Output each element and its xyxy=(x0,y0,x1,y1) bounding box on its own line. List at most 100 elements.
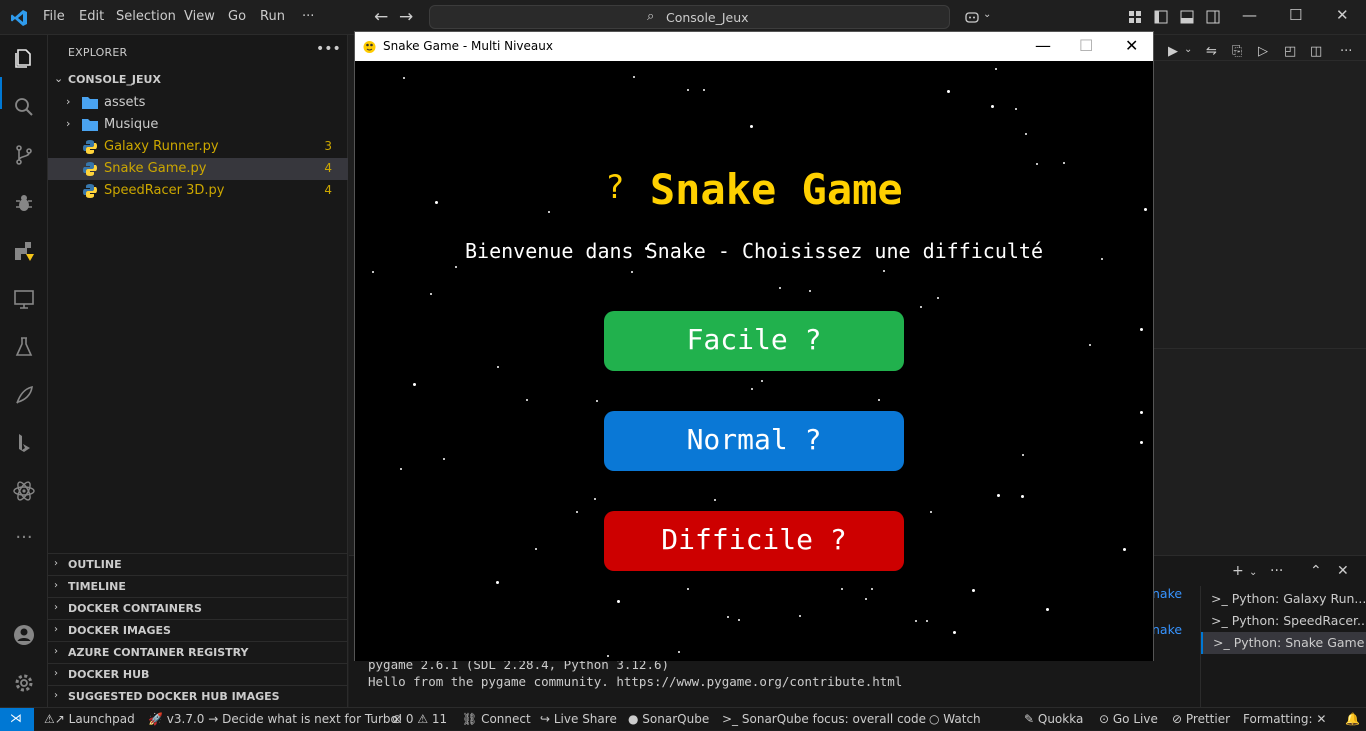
explorer-more-icon[interactable]: ••• xyxy=(316,41,341,57)
menu-edit[interactable]: Edit xyxy=(79,9,104,24)
toggle-secondary-sidebar-icon[interactable] xyxy=(1205,9,1221,25)
formatting-item[interactable]: Formatting: ✕ xyxy=(1243,712,1326,726)
normal-button[interactable]: Normal ? xyxy=(604,411,904,471)
section-docker-hub[interactable]: › DOCKER HUB xyxy=(48,663,348,685)
liveshare-label: Live Share xyxy=(553,712,617,726)
game-maximize-icon[interactable]: ☐ xyxy=(1079,36,1093,55)
star xyxy=(878,399,880,401)
game-canvas[interactable]: ? Snake Game Bienvenue dans Snake - Choi… xyxy=(355,61,1153,661)
hard-button[interactable]: Difficile ? xyxy=(604,511,904,571)
run-file-icon[interactable]: ▶ xyxy=(1168,44,1178,59)
php-debug-icon[interactable]: ◰ xyxy=(1284,44,1296,59)
command-center[interactable]: ⌕ Console_Jeux xyxy=(429,5,950,29)
explorer-icon[interactable] xyxy=(12,47,36,71)
php-run-icon[interactable]: ▷ xyxy=(1258,44,1268,59)
notifications-bell-icon[interactable]: 🔔 xyxy=(1345,712,1360,726)
menu-selection[interactable]: Selection xyxy=(116,9,176,24)
terminal-tab-galaxy[interactable]: >_ Python: Galaxy Run... xyxy=(1201,588,1366,610)
launchpad-item[interactable]: ⚠↗ Launchpad xyxy=(44,712,135,726)
connect-item[interactable]: ⛓ Connect xyxy=(462,712,531,726)
game-window-title: Snake Game - Multi Niveaux xyxy=(383,39,553,53)
menu-run[interactable]: Run xyxy=(260,9,285,24)
back-arrow-icon[interactable]: ← xyxy=(374,7,388,27)
star xyxy=(779,287,781,289)
menu-view[interactable]: View xyxy=(184,9,215,24)
more-icon[interactable]: ··· xyxy=(12,527,36,551)
toggle-primary-sidebar-icon[interactable] xyxy=(1153,9,1169,25)
terminal-tab-label: >_ Python: SpeedRacer... xyxy=(1211,613,1366,628)
game-minimize-icon[interactable]: — xyxy=(1035,36,1051,55)
workspace-root[interactable]: ⌄ CONSOLE_JEUX xyxy=(48,69,348,91)
section-azure-registry[interactable]: › AZURE CONTAINER REGISTRY xyxy=(48,641,348,663)
quokka-item[interactable]: ✎ Quokka xyxy=(1024,712,1083,726)
liveshare-item[interactable]: ↪ Live Share xyxy=(540,712,617,726)
section-docker-containers[interactable]: › DOCKER CONTAINERS xyxy=(48,597,348,619)
open-changes-icon[interactable]: ⎘ xyxy=(1232,44,1242,59)
feather-icon[interactable] xyxy=(12,383,36,407)
panel-more-icon[interactable]: ··· xyxy=(1270,563,1283,579)
sonarfocus-item[interactable]: >_ SonarQube focus: overall code xyxy=(722,712,926,726)
rocket-icon: 🚀 xyxy=(148,712,167,726)
chevron-down-icon[interactable]: ⌄ xyxy=(983,9,991,20)
golive-item[interactable]: ⊙ Go Live xyxy=(1099,712,1158,726)
menu-file[interactable]: File xyxy=(43,9,65,24)
run-debug-icon[interactable] xyxy=(12,191,36,215)
menu-go[interactable]: Go xyxy=(228,9,246,24)
sonarqube-item[interactable]: ● SonarQube xyxy=(628,712,709,726)
terminal-link-fragment[interactable]: nake xyxy=(1152,586,1182,601)
tree-item-label: SpeedRacer 3D.py xyxy=(104,183,225,198)
chevron-down-icon[interactable]: ⌄ xyxy=(1249,567,1257,578)
settings-gear-icon[interactable] xyxy=(12,671,36,695)
section-timeline[interactable]: › TIMELINE xyxy=(48,575,348,597)
editor-more-icon[interactable]: ··· xyxy=(1340,44,1352,59)
editor-divider xyxy=(1154,60,1366,61)
terminal-tab-speedracer[interactable]: >_ Python: SpeedRacer... xyxy=(1201,610,1366,632)
section-outline[interactable]: › OUTLINE xyxy=(48,553,348,575)
maximize-panel-icon[interactable]: ⌃ xyxy=(1310,563,1322,579)
extensions-icon[interactable] xyxy=(12,239,36,263)
new-terminal-icon[interactable]: + xyxy=(1232,563,1244,579)
remote-indicator[interactable]: ⋊ xyxy=(0,708,34,731)
circle-icon: ○ xyxy=(929,712,944,726)
tree-item-speedracer[interactable]: SpeedRacer 3D.py 4 xyxy=(48,180,348,202)
search-view-icon[interactable] xyxy=(12,95,36,119)
testing-icon[interactable] xyxy=(12,335,36,359)
toggle-panel-icon[interactable] xyxy=(1179,9,1195,25)
copilot-icon[interactable] xyxy=(964,9,980,25)
section-docker-images[interactable]: › DOCKER IMAGES xyxy=(48,619,348,641)
customize-layout-icon[interactable] xyxy=(1127,9,1143,25)
game-close-icon[interactable]: ✕ xyxy=(1125,36,1138,55)
terminal-link-fragment[interactable]: nake xyxy=(1152,622,1182,637)
maximize-icon[interactable]: ☐ xyxy=(1289,6,1302,24)
section-suggested-docker[interactable]: › SUGGESTED DOCKER HUB IMAGES xyxy=(48,685,348,707)
watch-item[interactable]: ○ Watch xyxy=(929,712,981,726)
tree-item-assets[interactable]: › assets xyxy=(48,92,348,114)
editor-action-icon[interactable]: ⇋ xyxy=(1206,44,1217,59)
prettier-item[interactable]: ⊘ Prettier xyxy=(1172,712,1230,726)
forward-arrow-icon[interactable]: → xyxy=(399,7,413,27)
chevron-down-icon[interactable]: ⌄ xyxy=(1184,44,1192,55)
section-label: OUTLINE xyxy=(68,558,122,571)
quokka-icon: ✎ xyxy=(1024,712,1038,726)
terminal-tab-snake[interactable]: >_ Python: Snake Game xyxy=(1201,632,1366,654)
remote-explorer-icon[interactable] xyxy=(12,287,36,311)
account-icon[interactable] xyxy=(12,623,36,647)
broadcast-icon: ⊙ xyxy=(1099,712,1113,726)
menu-more[interactable]: ··· xyxy=(302,9,314,24)
close-icon[interactable]: ✕ xyxy=(1336,6,1349,24)
problems-item[interactable]: ⊗ 0 ⚠ 11 xyxy=(392,712,447,726)
turbo-item[interactable]: 🚀 v3.7.0 → Decide what is next for Turbo… xyxy=(148,712,403,726)
split-editor-icon[interactable]: ◫ xyxy=(1310,44,1322,59)
bing-icon[interactable] xyxy=(12,431,36,455)
react-icon[interactable] xyxy=(12,479,36,503)
star xyxy=(687,588,689,590)
tree-item-galaxy-runner[interactable]: Galaxy Runner.py 3 xyxy=(48,136,348,158)
tree-item-musique[interactable]: › Musique xyxy=(48,114,348,136)
star xyxy=(596,400,598,402)
star xyxy=(714,499,716,501)
tree-item-snake-game[interactable]: Snake Game.py 4 xyxy=(48,158,348,180)
source-control-icon[interactable] xyxy=(12,143,36,167)
easy-button[interactable]: Facile ? xyxy=(604,311,904,371)
close-panel-icon[interactable]: ✕ xyxy=(1337,563,1349,579)
minimize-icon[interactable]: — xyxy=(1242,6,1257,24)
